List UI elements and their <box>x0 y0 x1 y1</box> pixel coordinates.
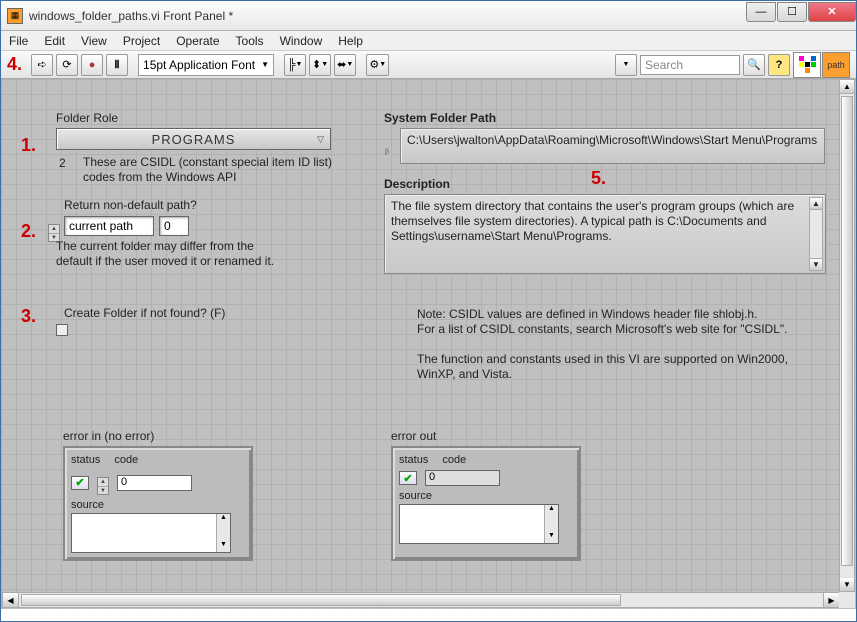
dropdown-icon: ▽ <box>317 134 325 145</box>
error-out-source-label: source <box>399 490 573 502</box>
run-continuous-button[interactable]: ⟳ <box>56 54 78 76</box>
sys-path-value: C:\Users\jwalton\AppData\Roaming\Microso… <box>407 133 817 147</box>
menubar: File Edit View Project Operate Tools Win… <box>1 31 856 51</box>
vertical-scrollbar[interactable]: ▲ ▼ <box>839 79 855 593</box>
error-in-source-label: source <box>71 499 245 511</box>
run-button[interactable]: ➪ <box>31 54 53 76</box>
return-path-field[interactable]: current path <box>64 216 154 236</box>
pause-button[interactable]: Ⅱ <box>106 54 128 76</box>
search-input[interactable]: Search <box>640 55 740 75</box>
scroll-left-icon[interactable]: ◀ <box>3 593 19 607</box>
error-in-code-label: code <box>114 454 138 466</box>
error-out-status-label: status <box>399 454 428 466</box>
vi-icon[interactable]: path <box>822 52 850 78</box>
folder-role-ring[interactable]: PROGRAMS ▽ <box>56 128 331 150</box>
annotation-3: 3. <box>21 306 36 327</box>
window-title: windows_folder_paths.vi Front Panel * <box>29 9 745 23</box>
note-text: Note: CSIDL values are defined in Window… <box>417 307 812 382</box>
search-button[interactable]: 🔍 <box>743 54 765 76</box>
menu-project[interactable]: Project <box>123 34 160 48</box>
error-out-status-led: ✔ <box>399 471 417 485</box>
error-out-title: error out <box>391 429 436 443</box>
menu-edit[interactable]: Edit <box>44 34 65 48</box>
resize-button[interactable]: ⬌▼ <box>334 54 356 76</box>
folder-role-index: 2 <box>59 156 66 170</box>
dropdown-icon: ▼ <box>261 60 269 69</box>
return-path-num[interactable]: 0 <box>159 216 189 236</box>
maximize-button[interactable]: ☐ <box>777 2 807 22</box>
error-in-code[interactable]: 0 <box>117 475 192 491</box>
error-out-cluster: status code ✔ 0 source ▲▼ <box>391 446 581 561</box>
menu-file[interactable]: File <box>9 34 28 48</box>
check-icon: ✔ <box>403 472 412 485</box>
labview-vi-icon: ▦ <box>7 8 23 24</box>
menu-operate[interactable]: Operate <box>176 34 219 48</box>
folder-role-value: PROGRAMS <box>152 132 236 147</box>
close-button[interactable]: ✕ <box>808 2 856 22</box>
description-value: The file system directory that contains … <box>391 199 794 243</box>
annotation-2: 2. <box>21 221 36 242</box>
titlebar: ▦ windows_folder_paths.vi Front Panel * … <box>1 1 856 31</box>
menu-tools[interactable]: Tools <box>236 34 264 48</box>
scroll-thumb[interactable] <box>21 594 621 606</box>
error-in-title: error in (no error) <box>63 429 154 443</box>
error-in-source[interactable]: ▲▼ <box>71 513 231 553</box>
path-type-icon: ᵦ <box>385 145 389 156</box>
search-dropdown[interactable]: ▼ <box>615 54 637 76</box>
error-out-code: 0 <box>425 470 500 486</box>
resize-grip[interactable] <box>839 592 855 608</box>
toolbar: 4. ➪ ⟳ ● Ⅱ 15pt Application Font ▼ ╠▼ ⬍▼… <box>1 51 856 79</box>
labview-window: ▦ windows_folder_paths.vi Front Panel * … <box>0 0 857 622</box>
sys-path-label: System Folder Path <box>384 111 496 125</box>
error-in-status-label: status <box>71 454 100 466</box>
font-selector[interactable]: 15pt Application Font ▼ <box>138 54 274 76</box>
annotation-1: 1. <box>21 135 36 156</box>
annotation-4: 4. <box>7 54 22 75</box>
check-icon: ✔ <box>75 476 84 489</box>
error-in-cluster: status code ✔ ▲▼ 0 source ▲▼ <box>63 446 253 561</box>
annotation-5: 5. <box>591 168 606 189</box>
folder-role-label: Folder Role <box>56 111 118 125</box>
scroll-right-icon[interactable]: ▶ <box>823 593 839 607</box>
create-folder-checkbox[interactable] <box>56 324 68 336</box>
description-indicator: The file system directory that contains … <box>384 194 826 274</box>
distribute-button[interactable]: ⬍▼ <box>309 54 331 76</box>
scroll-up-icon[interactable]: ▲ <box>840 80 854 94</box>
front-panel: 1. 2. 3. 5. Folder Role PROGRAMS ▽ 2 The… <box>1 79 856 609</box>
font-label: 15pt Application Font <box>143 58 255 72</box>
help-button[interactable]: ? <box>768 54 790 76</box>
error-out-source: ▲▼ <box>399 504 559 544</box>
abort-button[interactable]: ● <box>81 54 103 76</box>
folder-role-desc: These are CSIDL (constant special item I… <box>83 155 333 185</box>
menu-view[interactable]: View <box>81 34 107 48</box>
scroll-thumb[interactable] <box>841 96 853 566</box>
return-path-label: Return non-default path? <box>64 198 197 212</box>
description-label: Description <box>384 177 450 191</box>
icon-connector-pane[interactable] <box>793 52 821 78</box>
reorder-button[interactable]: ⚙▼ <box>366 54 389 76</box>
create-folder-label: Create Folder if not found? (F) <box>64 306 225 320</box>
return-path-desc: The current folder may differ from the d… <box>56 239 276 269</box>
scroll-up-icon[interactable]: ▲ <box>810 198 822 210</box>
scroll-down-icon[interactable]: ▼ <box>810 258 822 270</box>
error-out-code-label: code <box>442 454 466 466</box>
error-in-status-led[interactable]: ✔ <box>71 476 89 490</box>
horizontal-scrollbar[interactable]: ◀ ▶ <box>2 592 840 608</box>
menu-help[interactable]: Help <box>338 34 363 48</box>
minimize-button[interactable]: — <box>746 2 776 22</box>
menu-window[interactable]: Window <box>280 34 323 48</box>
scroll-down-icon[interactable]: ▼ <box>840 578 854 592</box>
error-in-code-spinner[interactable]: ▲▼ <box>97 470 109 495</box>
align-button[interactable]: ╠▼ <box>284 54 306 76</box>
description-scrollbar[interactable]: ▲ ▼ <box>809 197 823 271</box>
path-icon: path <box>827 60 845 70</box>
sys-path-indicator: C:\Users\jwalton\AppData\Roaming\Microso… <box>400 128 825 164</box>
